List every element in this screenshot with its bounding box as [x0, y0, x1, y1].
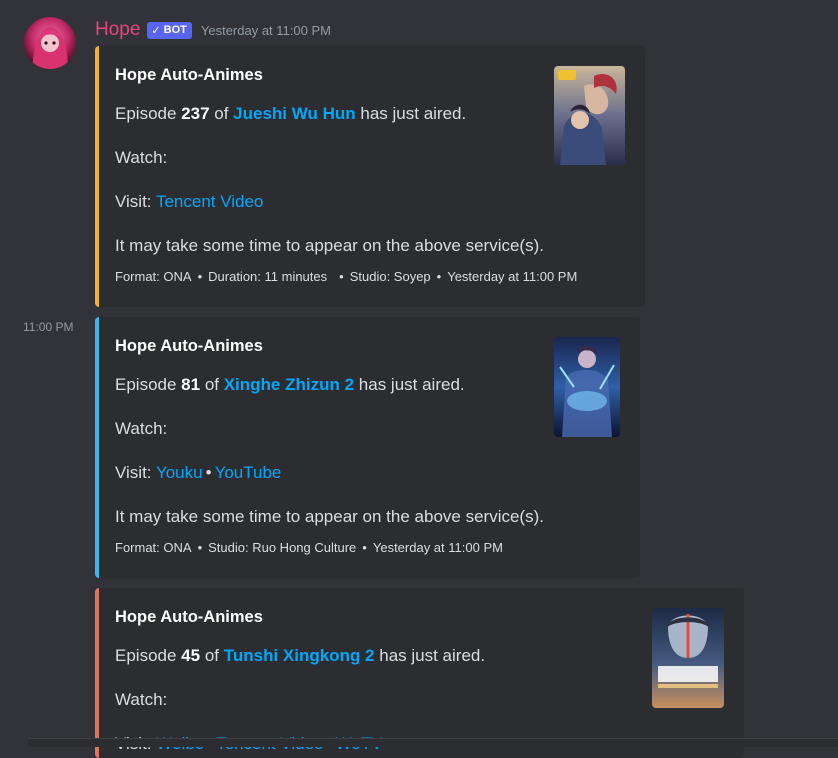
episode-line: Episode 237 of Jueshi Wu Hun has just ai…: [115, 104, 467, 123]
series-link[interactable]: Xinghe Zhizun 2: [224, 375, 354, 394]
link-youku[interactable]: Youku: [156, 463, 203, 482]
visit-line: Visit: Tencent Video: [115, 192, 264, 211]
embed-title: Hope Auto-Animes: [115, 337, 263, 355]
series-link[interactable]: Jueshi Wu Hun: [233, 104, 355, 123]
anime-thumbnail[interactable]: [554, 66, 625, 165]
message-header: Hope ✓ BOT Yesterday at 11:00 PM: [95, 18, 331, 42]
episode-number: 237: [181, 104, 210, 123]
series-link[interactable]: Tunshi Xingkong 2: [224, 646, 375, 665]
embed-footer: Format: ONA • Duration: 11 minutes • Studio:…: [115, 269, 578, 284]
embed-footer: Format: ONA • Studio: Ruo Hong Culture • Yes…: [115, 540, 503, 555]
embed-title: Hope Auto-Animes: [115, 66, 263, 84]
bot-badge-label: BOT: [163, 24, 187, 36]
link-tencent-video[interactable]: Tencent Video: [156, 192, 263, 211]
visit-line: Visit: Youku • YouTube: [115, 463, 282, 482]
check-icon: ✓: [151, 24, 161, 37]
anime-embed: Hope Auto-Animes Episode 45 of Tunshi Xi…: [95, 588, 744, 758]
embed-title: Hope Auto-Animes: [115, 608, 263, 626]
episode-number: 81: [181, 375, 201, 394]
username[interactable]: Hope: [95, 19, 140, 41]
anime-embed: Hope Auto-Animes Episode 81 of Xinghe Zh…: [95, 317, 640, 578]
link-youtube[interactable]: YouTube: [215, 463, 282, 482]
episode-number: 45: [181, 646, 201, 665]
bot-badge: ✓ BOT: [147, 21, 192, 39]
composer-edge: [28, 738, 838, 747]
message-timestamp[interactable]: Yesterday at 11:00 PM: [201, 23, 331, 38]
episode-line: Episode 81 of Xinghe Zhizun 2 has just a…: [115, 375, 465, 394]
note-text: It may take some time to appear on the a…: [115, 236, 544, 255]
note-text: It may take some time to appear on the a…: [115, 507, 544, 526]
side-timestamp[interactable]: 11:00 PM: [23, 320, 73, 334]
anime-embed: Hope Auto-Animes Episode 237 of Jueshi W…: [95, 46, 645, 307]
watch-label: Watch:: [115, 690, 168, 709]
episode-line: Episode 45 of Tunshi Xingkong 2 has just…: [115, 646, 486, 665]
anime-thumbnail[interactable]: [554, 337, 620, 437]
watch-label: Watch:: [115, 148, 168, 167]
bot-avatar[interactable]: [24, 17, 76, 69]
watch-label: Watch:: [115, 419, 168, 438]
anime-thumbnail[interactable]: [652, 608, 724, 708]
